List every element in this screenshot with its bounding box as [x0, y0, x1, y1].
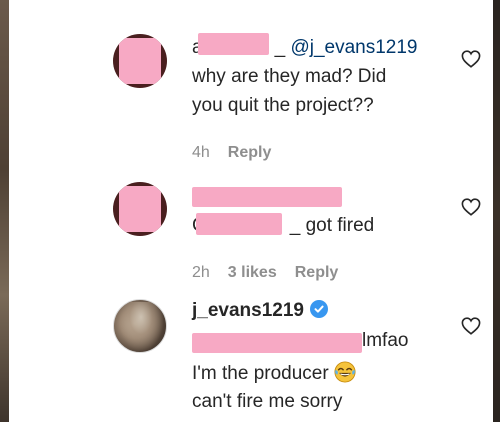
avatar[interactable] [113, 182, 167, 236]
redaction-box [192, 333, 362, 353]
avatar-photo [118, 302, 164, 352]
redaction-box [119, 38, 161, 84]
comment-1: a_ @j_evans1219 why are they mad? Did yo… [0, 0, 500, 170]
comment-text-tail: _ got fired [289, 215, 375, 236]
redaction-box [198, 33, 269, 55]
likes-count[interactable]: 3 likes [228, 264, 277, 281]
comment-text-tail: lmfao [362, 330, 409, 351]
reply-button[interactable]: Reply [228, 144, 272, 161]
comment-meta: 2h 3 likes Reply [192, 264, 356, 282]
mention-link[interactable]: @j_evans1219 [290, 37, 417, 58]
heart-outline-icon[interactable] [461, 50, 481, 68]
comment-meta: 4h Reply [192, 144, 289, 162]
heart-outline-icon[interactable] [461, 198, 481, 216]
redaction-box [192, 187, 342, 207]
comment-3: j_evans1219 lmfao I'm the producer can't… [0, 295, 500, 422]
comment-text-line: can't fire me sorry [192, 391, 343, 412]
tears-of-joy-emoji [334, 361, 356, 383]
comment-2: C_ got fired 2h3 likesReply [0, 170, 500, 295]
comment-username[interactable]: j_evans1219 [192, 300, 304, 321]
avatar[interactable] [113, 299, 167, 353]
heart-outline-icon[interactable] [461, 317, 481, 335]
comment-text: I'm the producer [192, 363, 329, 384]
verified-badge-icon [310, 300, 328, 318]
reply-button[interactable]: Reply [295, 264, 339, 281]
comment-time: 4h [192, 144, 210, 161]
comment-text-line: you quit the project?? [192, 95, 374, 116]
avatar[interactable] [113, 34, 167, 88]
redaction-box [119, 186, 161, 232]
comment-time: 2h [192, 264, 210, 281]
redaction-box [196, 213, 282, 235]
comment-text-line: why are they mad? Did [192, 66, 387, 87]
comment-text-line: j_evans1219 [192, 299, 328, 323]
comment-text-line: I'm the producer [192, 361, 356, 386]
comment-author-underscore: _ [274, 37, 286, 58]
